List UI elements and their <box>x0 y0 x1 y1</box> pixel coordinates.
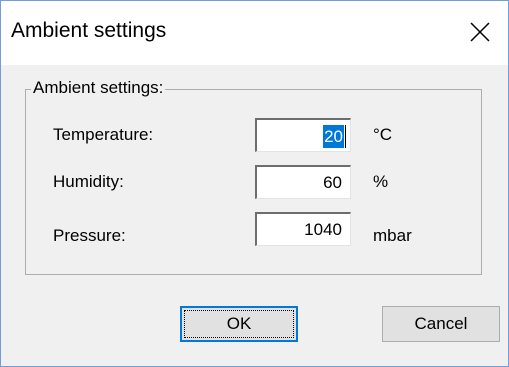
cancel-button[interactable]: Cancel <box>382 306 500 342</box>
temperature-value: 20 <box>323 125 344 148</box>
humidity-unit: % <box>373 172 389 191</box>
focus-rectangle <box>184 310 294 338</box>
text-caret <box>345 125 346 148</box>
ok-button[interactable]: OK <box>180 306 298 342</box>
humidity-field[interactable] <box>255 165 351 199</box>
temperature-field[interactable]: 20 <box>255 118 351 152</box>
title-bar[interactable]: Ambient settings <box>1 1 508 65</box>
close-button[interactable] <box>454 1 508 65</box>
cancel-button-label: Cancel <box>414 314 468 333</box>
ambient-settings-dialog: Ambient settings Ambient settings: Tempe… <box>0 0 509 367</box>
pressure-field[interactable] <box>255 212 351 246</box>
pressure-label: Pressure: <box>53 226 126 245</box>
temperature-unit: °C <box>373 125 393 144</box>
pressure-input[interactable] <box>257 214 350 245</box>
pressure-unit: mbar <box>373 226 412 245</box>
temperature-label: Temperature: <box>53 125 154 144</box>
window-title: Ambient settings <box>11 19 167 42</box>
close-icon <box>470 22 490 42</box>
humidity-input[interactable] <box>257 167 350 198</box>
humidity-label: Humidity: <box>53 172 124 191</box>
group-label: Ambient settings: <box>31 78 166 98</box>
